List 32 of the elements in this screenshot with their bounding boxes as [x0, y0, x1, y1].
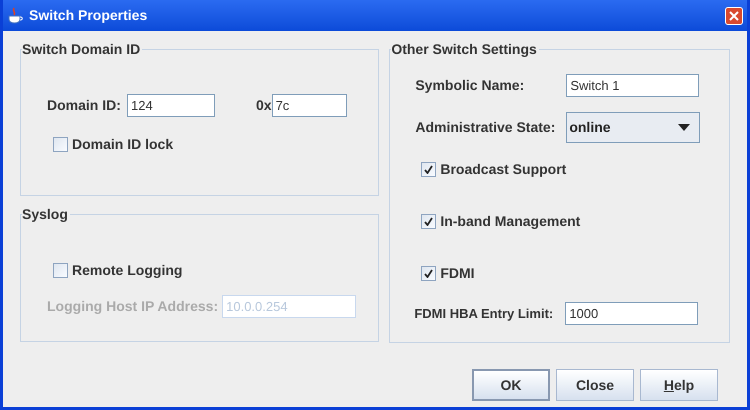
coffee-cup-icon: [7, 6, 23, 24]
checkbox-label: Domain ID lock: [72, 135, 174, 154]
checkbox[interactable]: [421, 266, 436, 281]
checkbox[interactable]: [421, 162, 436, 177]
close-button[interactable]: [725, 6, 743, 24]
field-label: FDMI HBA Entry Limit:: [414, 304, 554, 323]
checkbox-label: Broadcast Support: [440, 160, 566, 179]
checkbox-label: Remote Logging: [72, 261, 182, 280]
dialog-button[interactable]: OK: [472, 369, 550, 401]
checkmark-icon: [424, 269, 434, 278]
state-dropdown[interactable]: online: [566, 112, 700, 143]
field-label: Domain ID:: [47, 96, 122, 115]
hex-field[interactable]: 7c: [272, 94, 347, 117]
field-label: Administrative State:: [415, 118, 556, 137]
dialog-button[interactable]: Help: [640, 369, 718, 401]
checkbox[interactable]: [421, 214, 436, 229]
checkbox-label: In-band Management: [440, 212, 580, 231]
field-label: Logging Host IP Address:: [47, 297, 218, 316]
dropdown-arrow-icon: [678, 124, 690, 131]
close-icon: [729, 10, 739, 20]
symbolic-name-field[interactable]: Switch 1: [566, 74, 700, 97]
checkmark-icon: [424, 217, 434, 226]
checkmark-icon: [424, 165, 434, 174]
dialog-button[interactable]: Close: [556, 369, 634, 401]
checkbox[interactable]: [53, 263, 68, 278]
entry-limit-field[interactable]: 1000: [565, 302, 698, 325]
checkbox[interactable]: [53, 137, 68, 152]
field-label: 0x: [256, 96, 272, 115]
domain-id-field[interactable]: 124: [127, 94, 215, 117]
window-title: Switch Properties: [29, 6, 148, 25]
checkbox-label: FDMI: [440, 264, 475, 283]
field-label: Symbolic Name:: [415, 76, 526, 95]
